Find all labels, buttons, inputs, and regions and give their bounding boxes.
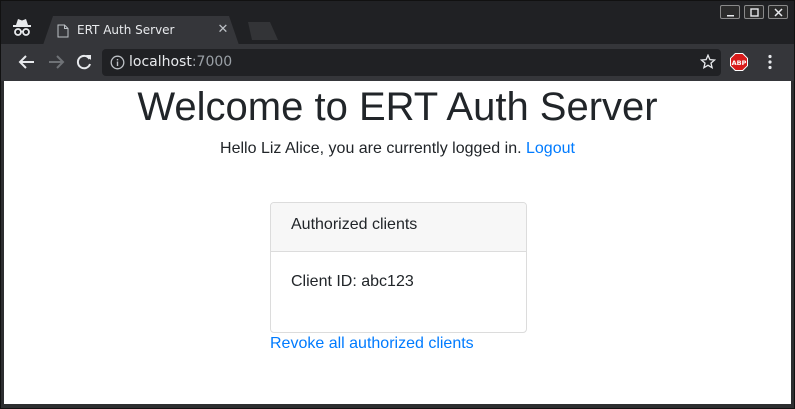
forward-arrow-icon[interactable] bbox=[47, 53, 65, 71]
more-vert-icon[interactable] bbox=[761, 53, 779, 71]
browser-toolbar: localhost:7000 ABP bbox=[1, 44, 794, 81]
incognito-icon bbox=[11, 17, 33, 37]
browser-window: ERT Auth Server ✕ localhost:7000 ABP Wel… bbox=[0, 0, 795, 409]
minimize-button[interactable] bbox=[720, 5, 740, 19]
address-bar[interactable]: localhost:7000 bbox=[102, 49, 721, 76]
close-icon bbox=[774, 8, 783, 17]
url-host: localhost bbox=[129, 54, 192, 70]
abp-badge-text: ABP bbox=[732, 59, 747, 67]
logout-link[interactable]: Logout bbox=[526, 140, 575, 157]
revoke-all-clients-link[interactable]: Revoke all authorized clients bbox=[270, 335, 474, 353]
minimize-icon bbox=[727, 15, 734, 17]
card-header: Authorized clients bbox=[271, 203, 526, 252]
tab-ert-auth-server[interactable]: ERT Auth Server ✕ bbox=[43, 16, 239, 45]
tab-strip: ERT Auth Server ✕ bbox=[1, 1, 794, 45]
new-tab-button[interactable] bbox=[248, 22, 278, 40]
client-id: Client ID: abc123 bbox=[291, 273, 414, 290]
authorized-clients-card: Authorized clients Client ID: abc123 bbox=[270, 202, 527, 333]
page-viewport: Welcome to ERT Auth Server Hello Liz Ali… bbox=[4, 81, 791, 404]
tab-title: ERT Auth Server bbox=[77, 23, 175, 37]
reload-icon[interactable] bbox=[75, 53, 93, 71]
window-controls bbox=[720, 5, 788, 19]
adblock-extension-button[interactable]: ABP bbox=[730, 53, 748, 71]
tab-close-icon[interactable]: ✕ bbox=[217, 23, 229, 36]
login-status: Hello Liz Alice, you are currently logge… bbox=[4, 140, 791, 158]
maximize-button[interactable] bbox=[744, 5, 764, 19]
maximize-icon bbox=[750, 8, 759, 17]
info-icon[interactable] bbox=[110, 55, 125, 70]
url-port: :7000 bbox=[191, 54, 233, 70]
page-icon bbox=[57, 24, 69, 38]
page-title: Welcome to ERT Auth Server bbox=[137, 85, 658, 129]
close-window-button[interactable] bbox=[768, 5, 788, 19]
greeting-text: Hello Liz Alice, you are currently logge… bbox=[220, 140, 522, 157]
star-icon[interactable] bbox=[699, 53, 717, 70]
url-text: localhost:7000 bbox=[129, 54, 232, 70]
back-arrow-icon[interactable] bbox=[18, 53, 36, 71]
